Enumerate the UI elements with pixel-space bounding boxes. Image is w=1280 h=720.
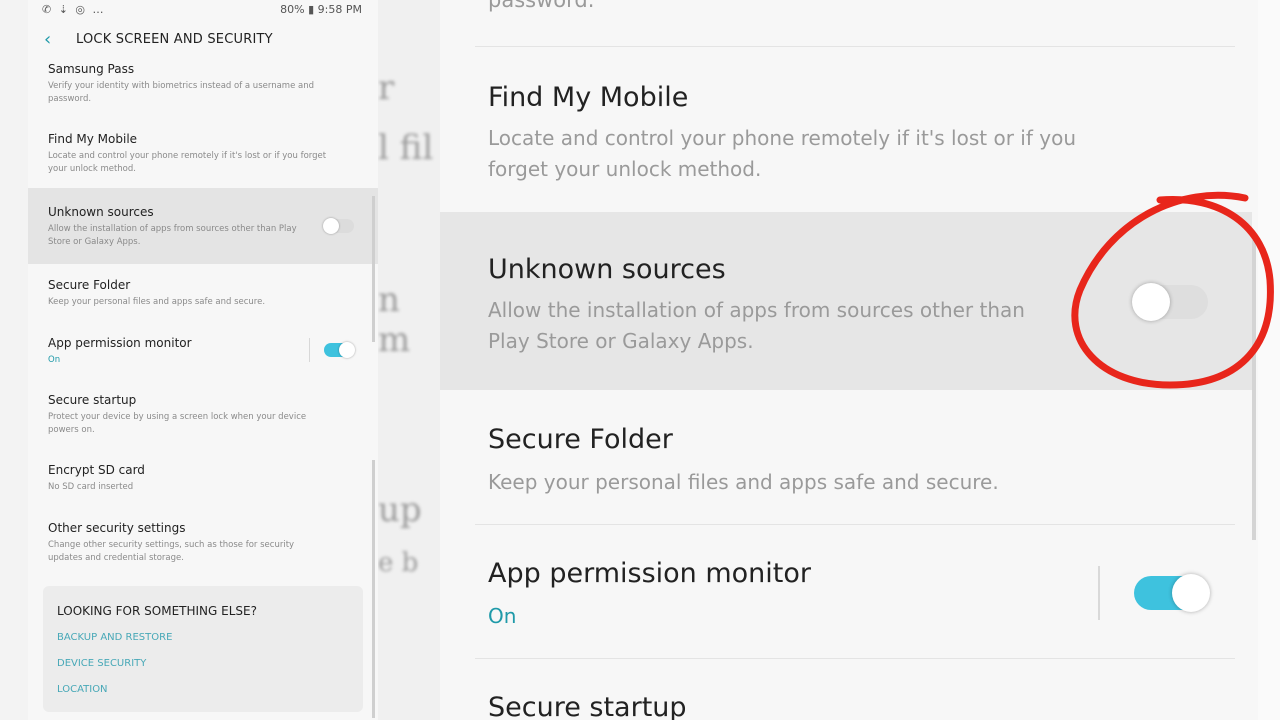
setting-subtitle: Allow the installation of apps from sour…	[48, 224, 297, 247]
divider	[475, 658, 1235, 659]
setting-title: Unknown sources	[48, 205, 154, 219]
setting-title: Unknown sources	[488, 254, 726, 285]
left-scrollbar-upper	[372, 196, 375, 342]
setting-subtitle: Keep your personal files and apps safe a…	[48, 297, 266, 307]
setting-subtitle-line1: Allow the installation of apps from sour…	[488, 298, 1025, 322]
toggle-divider	[309, 338, 310, 362]
app-permission-monitor-toggle[interactable]	[324, 342, 355, 358]
blurred-text-fragment: n m	[378, 280, 411, 360]
zoom-scrollbar	[1252, 240, 1256, 540]
link-device-security[interactable]: DEVICE SECURITY	[57, 658, 146, 669]
setting-title: Other security settings	[48, 521, 186, 535]
zoom-setting-find-my-mobile[interactable]: Find My Mobile Locate and control your p…	[440, 50, 1252, 210]
setting-subtitle-line2: Play Store or Galaxy Apps.	[488, 329, 754, 353]
setting-title: Find My Mobile	[48, 132, 138, 146]
zoomed-view: password. Find My Mobile Locate and cont…	[440, 0, 1280, 720]
setting-subtitle-line1: Locate and control your phone remotely i…	[488, 126, 1076, 150]
divider	[475, 46, 1235, 47]
toggle-knob	[323, 218, 339, 234]
setting-subtitle: Change other security settings, such as …	[48, 540, 295, 563]
zoom-setting-secure-folder[interactable]: Secure Folder Keep your personal files a…	[440, 392, 1252, 522]
blurred-text-fragment: l fil	[378, 128, 434, 168]
setting-title: Secure startup	[48, 393, 137, 407]
divider	[475, 524, 1235, 525]
looking-title: LOOKING FOR SOMETHING ELSE?	[57, 604, 257, 618]
blurred-text-fragment: e b	[378, 548, 419, 578]
zoom-samsung-pass-subtitle-tail: password.	[488, 0, 595, 12]
toggle-knob	[1132, 283, 1170, 321]
page-title: LOCK SCREEN AND SECURITY	[76, 32, 273, 47]
setting-subtitle: Keep your personal files and apps safe a…	[488, 470, 999, 494]
setting-subtitle: Protect your device by using a screen lo…	[48, 412, 307, 435]
toggle-knob	[339, 342, 355, 358]
blurred-text-fragment: up	[378, 490, 422, 530]
setting-encrypt-sd-card[interactable]: Encrypt SD card No SD card inserted	[28, 454, 378, 504]
setting-secure-startup[interactable]: Secure startup Protect your device by us…	[28, 384, 378, 446]
back-arrow-icon[interactable]: ‹	[44, 30, 60, 50]
looking-for-something-else: LOOKING FOR SOMETHING ELSE? BACKUP AND R…	[43, 586, 363, 712]
phone-screen: ✆ ⇣ ◎ … 80% ▮ 9:58 PM ‹ LOCK SCREEN AND …	[28, 0, 378, 720]
zoom-setting-secure-startup[interactable]: Secure startup	[440, 660, 1252, 720]
blurred-text-fragment: r	[378, 68, 395, 108]
setting-title: App permission monitor	[488, 558, 811, 589]
notification-icons: ✆ ⇣ ◎ …	[42, 3, 106, 16]
setting-title: Secure startup	[488, 692, 687, 720]
setting-subtitle: Verify your identity with biometrics ins…	[48, 81, 314, 104]
toggle-divider	[1098, 566, 1100, 620]
setting-title: Encrypt SD card	[48, 463, 145, 477]
zoom-unknown-sources-toggle[interactable]	[1132, 283, 1208, 321]
toggle-knob	[1172, 574, 1210, 612]
setting-app-permission-monitor[interactable]: App permission monitor On	[28, 326, 378, 378]
setting-subtitle: Locate and control your phone remotely i…	[48, 151, 327, 174]
zoom-setting-app-permission-monitor[interactable]: App permission monitor On	[440, 526, 1252, 656]
setting-find-my-mobile[interactable]: Find My Mobile Locate and control your p…	[28, 122, 378, 186]
setting-title: Samsung Pass	[48, 62, 135, 76]
setting-title: Secure Folder	[488, 424, 673, 455]
setting-subtitle-line2: forget your unlock method.	[488, 157, 762, 181]
zoom-app-permission-monitor-toggle[interactable]	[1134, 574, 1210, 612]
setting-title: Find My Mobile	[488, 82, 689, 113]
left-scrollbar-lower	[372, 460, 375, 718]
status-bar: ✆ ⇣ ◎ … 80% ▮ 9:58 PM	[28, 0, 378, 22]
link-backup-and-restore[interactable]: BACKUP AND RESTORE	[57, 632, 172, 643]
setting-subtitle: No SD card inserted	[48, 482, 134, 492]
setting-status-on: On	[48, 355, 61, 365]
blurred-background: r l fil n m up e b	[378, 0, 440, 720]
setting-other-security[interactable]: Other security settings Change other sec…	[28, 512, 378, 578]
unknown-sources-toggle[interactable]	[323, 218, 354, 234]
setting-title: App permission monitor	[48, 336, 192, 350]
setting-samsung-pass[interactable]: Samsung Pass Verify your identity with b…	[28, 56, 378, 114]
zoom-setting-unknown-sources[interactable]: Unknown sources Allow the installation o…	[440, 212, 1252, 390]
link-location[interactable]: LOCATION	[57, 684, 108, 695]
app-bar: ‹ LOCK SCREEN AND SECURITY	[28, 26, 378, 56]
setting-title: Secure Folder	[48, 278, 131, 292]
setting-unknown-sources[interactable]: Unknown sources Allow the installation o…	[28, 188, 378, 264]
setting-secure-folder[interactable]: Secure Folder Keep your personal files a…	[28, 268, 378, 320]
zoom-right-edge	[1258, 0, 1280, 720]
setting-status-on: On	[488, 604, 517, 628]
status-battery-time: 80% ▮ 9:58 PM	[280, 3, 362, 16]
